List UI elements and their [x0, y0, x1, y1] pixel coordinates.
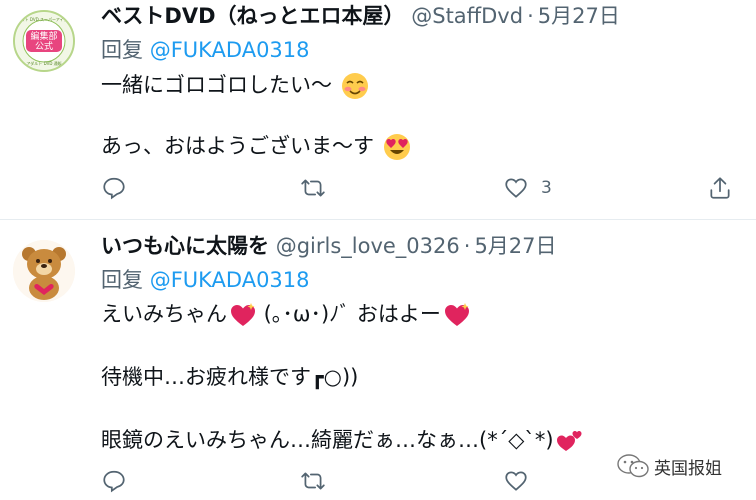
tweet-line-3: あっ、おはようございま〜す: [101, 131, 411, 161]
like-icon: [505, 178, 527, 198]
separator-dot: ·: [463, 234, 471, 258]
reply-context: 回复 @FUKADA0318: [101, 36, 310, 64]
reply-mention[interactable]: @FUKADA0318: [150, 268, 310, 292]
reply-prefix: 回复: [101, 268, 143, 292]
tweet-line-3-text: 眼鏡のえいみちゃん…綺麗だぁ…なぁ…(*´◇`*): [101, 428, 554, 452]
tweet-line-3: 眼鏡のえいみちゃん…綺麗だぁ…なぁ…(*´◇`*): [101, 425, 584, 455]
sparkling-heart-icon: [444, 303, 469, 326]
avatar-text-top: 編集部: [30, 30, 57, 42]
wechat-icon: [617, 454, 649, 478]
retweet-icon: [301, 179, 325, 197]
user-handle[interactable]: @girls_love_0326: [276, 234, 460, 258]
user-handle[interactable]: @StaffDvd: [411, 4, 523, 28]
like-count: 3: [541, 178, 552, 198]
avatar-staffdvd[interactable]: 編集部 公式 ベスト DVD スーパーアイテム アダルト DVD 通販: [13, 10, 75, 72]
sparkling-heart-icon: [231, 303, 255, 326]
tweet-header: いつも心に太陽を @girls_love_0326 · 5月27日: [101, 232, 557, 260]
tweet-header: ベストDVD（ねっとエロ本屋） @StaffDvd · 5月27日: [101, 2, 620, 30]
like-button[interactable]: [503, 464, 541, 498]
avatar-logo: 編集部 公式 ベスト DVD スーパーアイテム アダルト DVD 通販: [16, 13, 72, 69]
reply-icon: [103, 470, 125, 493]
bear-avatar-icon: [13, 240, 75, 302]
share-button[interactable]: [707, 171, 733, 205]
like-icon: [505, 471, 527, 491]
display-name[interactable]: いつも心に太陽を: [101, 234, 269, 258]
heart-eyes-emoji-icon: [383, 134, 410, 160]
separator-dot: ·: [527, 4, 534, 28]
tweet-date[interactable]: 5月27日: [474, 234, 556, 258]
tweet-line-1-text-a: えいみちゃん: [101, 302, 227, 326]
retweet-icon: [301, 472, 325, 490]
avatar-text-bottom: 公式: [35, 40, 53, 52]
tweet-line-1-text-b: (｡･ω･)ﾉﾞ おはよー: [257, 302, 441, 326]
retweet-button[interactable]: [300, 171, 338, 205]
tweet-actions: 3: [101, 171, 741, 205]
tweet-line-1-text: 一緒にゴロゴロしたい〜: [101, 73, 332, 97]
tweet-line-2-tail: ┏○)): [311, 365, 359, 389]
avatar-ring-top: ベスト DVD スーパーアイテム: [17, 16, 72, 22]
tweet-line-2: 待機中…お疲れ様です┏○)): [101, 362, 358, 392]
tweet-staffdvd[interactable]: 編集部 公式 ベスト DVD スーパーアイテム アダルト DVD 通販 ベストD…: [0, 0, 756, 219]
watermark: 英国报姐: [616, 453, 722, 479]
tweet-date[interactable]: 5月27日: [538, 4, 620, 28]
tweet-line-2-text: 待機中…お疲れ様です: [101, 365, 311, 389]
reply-button[interactable]: [101, 464, 127, 498]
avatar-bear[interactable]: [13, 240, 75, 302]
avatar-ring-bottom: アダルト DVD 通販: [26, 60, 61, 66]
reply-icon: [103, 177, 125, 200]
tweet-line-3-text: あっ、おはようございま〜す: [101, 134, 374, 158]
like-button[interactable]: 3: [503, 171, 552, 205]
watermark-text: 英国报姐: [654, 458, 722, 479]
display-name[interactable]: ベストDVD（ねっとエロ本屋）: [101, 4, 405, 28]
smiling-blush-emoji-icon: [341, 73, 368, 99]
two-hearts-icon: [556, 431, 582, 451]
tweet-line-1: えいみちゃん (｡･ω･)ﾉﾞ おはよー: [101, 299, 471, 329]
retweet-button[interactable]: [300, 464, 326, 498]
reply-button[interactable]: [101, 171, 127, 205]
reply-prefix: 回复: [101, 38, 143, 62]
tweet-line-1: 一緒にゴロゴロしたい〜: [101, 70, 369, 100]
reply-mention[interactable]: @FUKADA0318: [150, 38, 310, 62]
share-icon: [710, 177, 730, 199]
reply-context: 回复 @FUKADA0318: [101, 266, 310, 294]
